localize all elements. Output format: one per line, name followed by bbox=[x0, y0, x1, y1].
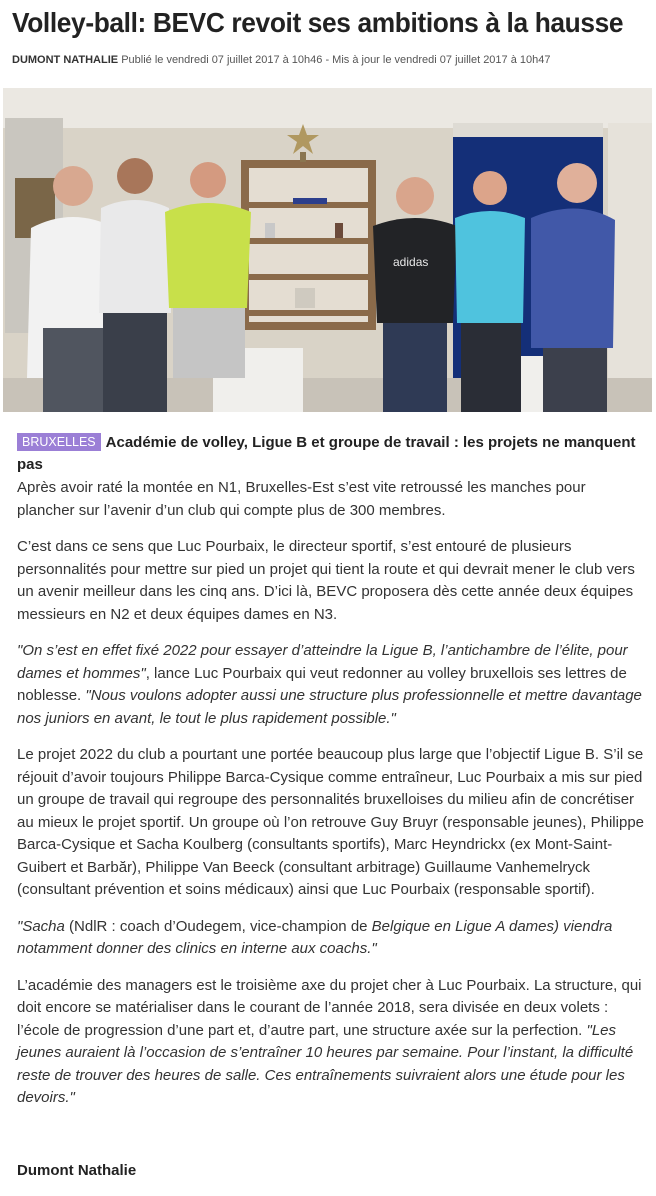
byline-dates: Publié le vendredi 07 juillet 2017 à 10h… bbox=[121, 54, 551, 66]
quote: "Nous voulons adopter aussi une structur… bbox=[17, 687, 642, 727]
category-tag[interactable]: BRUXELLES bbox=[17, 433, 101, 451]
article-lead: BRUXELLES Académie de volley, Ligue B et … bbox=[17, 432, 642, 476]
article-photo: adidas bbox=[3, 88, 652, 412]
paragraph: "Sacha (NdlR : coach d’Oudegem, vice-cha… bbox=[17, 916, 647, 961]
paragraph-text: L’académie des managers est le troisième… bbox=[17, 976, 642, 1039]
paragraph: "On s’est en effet fixé 2022 pour essaye… bbox=[17, 640, 647, 730]
paragraph: C’est dans ce sens que Luc Pourbaix, le … bbox=[17, 538, 635, 623]
team-photo-illustration: adidas bbox=[3, 88, 652, 412]
paragraph: L’académie des managers est le troisième… bbox=[17, 975, 647, 1110]
lead-text: Académie de volley, Ligue B et groupe de… bbox=[17, 434, 636, 473]
trophy-shelf bbox=[241, 160, 376, 330]
quote: "Sacha bbox=[17, 917, 65, 935]
shirt-brand: adidas bbox=[393, 255, 428, 269]
paragraph: Le projet 2022 du club a pourtant une po… bbox=[17, 746, 644, 898]
paragraph-text: (NdlR : coach d’Oudegem, vice-champion d… bbox=[64, 917, 372, 935]
byline-author[interactable]: DUMONT NATHALIE bbox=[12, 54, 118, 66]
article-signature: Dumont Nathalie bbox=[17, 1162, 137, 1179]
article-body: Après avoir raté la montée en N1, Bruxel… bbox=[17, 477, 647, 1124]
article-title: Volley-ball: BEVC revoit ses ambitions à… bbox=[12, 7, 624, 38]
byline: DUMONT NATHALIE Publié le vendredi 07 ju… bbox=[12, 52, 550, 68]
paragraph: Après avoir raté la montée en N1, Bruxel… bbox=[17, 479, 586, 519]
